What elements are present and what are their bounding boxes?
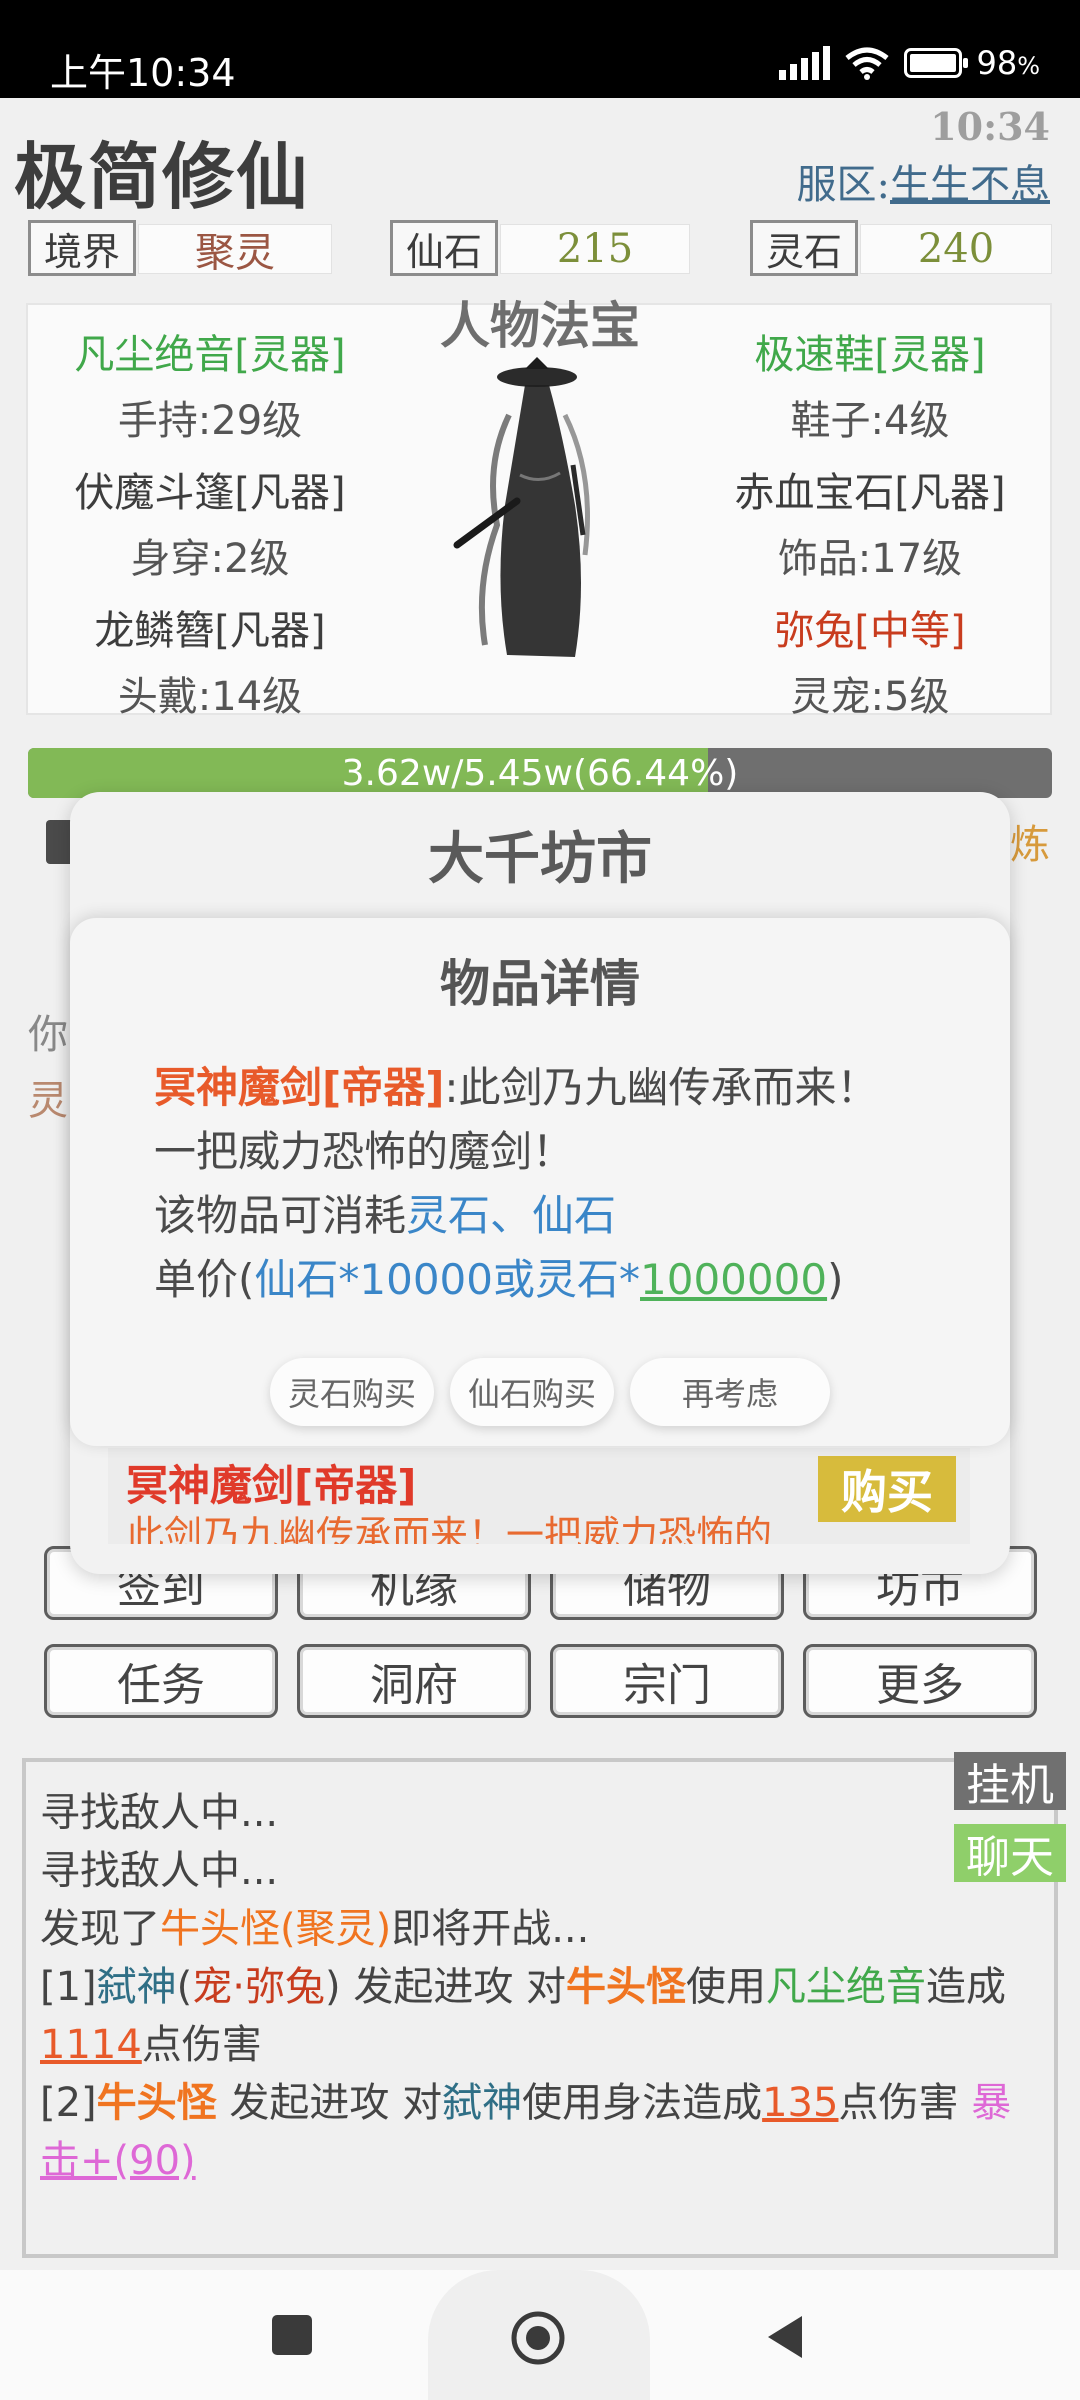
xianshi-value: 215 xyxy=(500,224,690,274)
equip-name: 弥兔[中等] xyxy=(774,608,966,654)
item-detail-body: 冥神魔剑[帝器]:此剑乃九幽传承而来！ 一把威力恐怖的魔剑！ 该物品可消耗灵石、… xyxy=(154,1056,974,1312)
equip-slot-accessory[interactable]: 赤血宝石[凡器] 饰品:17级 xyxy=(690,460,1050,584)
server-label: 服区: xyxy=(796,162,890,208)
log-line: [1]弑神(宠·弥兔) 发起进攻 对牛头怪使用凡尘绝音造成 xyxy=(40,1964,1007,2010)
more-button[interactable]: 更多 xyxy=(803,1644,1037,1718)
back-icon[interactable] xyxy=(762,2312,806,2362)
chat-tag[interactable]: 聊天 xyxy=(954,1824,1066,1883)
equip-slot-weapon[interactable]: 凡尘绝音[灵器] 手持:29级 xyxy=(30,322,390,446)
buy-with-lingshi-button[interactable]: 灵石购买 xyxy=(270,1358,434,1426)
item-name: 冥神魔剑[帝器] xyxy=(154,1063,445,1112)
item-detail-dialog: 物品详情 冥神魔剑[帝器]:此剑乃九幽传承而来！ 一把威力恐怖的魔剑！ 该物品可… xyxy=(70,918,1010,1446)
obscured-text: 灵 xyxy=(28,1078,68,1124)
item-desc-line1: 冥神魔剑[帝器]:此剑乃九幽传承而来！ xyxy=(154,1056,974,1120)
server-name-link[interactable]: 生生不息 xyxy=(890,162,1050,208)
equip-slot-level: 头戴:14级 xyxy=(117,674,303,720)
equip-slot-level: 饰品:17级 xyxy=(777,536,963,582)
log-line: [2]牛头怪 发起进攻 对弑神使用身法造成135点伤害 暴 xyxy=(40,2080,1012,2126)
xianshi-label: 仙石 xyxy=(390,220,498,276)
equip-slot-pet[interactable]: 弥兔[中等] 灵宠:5级 xyxy=(690,598,1050,722)
cultivation-progress-bar: 3.62w/5.45w(66.44%) xyxy=(28,748,1052,798)
wifi-icon xyxy=(845,47,890,80)
equip-slot-level: 手持:29级 xyxy=(117,398,303,444)
signal-icon xyxy=(779,46,831,80)
log-line: 发现了牛头怪(聚灵)即将开战... xyxy=(40,1906,590,1952)
consume-prefix: 该物品可消耗 xyxy=(154,1191,407,1240)
obscured-text: 你 xyxy=(28,1012,68,1058)
equip-slot-level: 灵宠:5级 xyxy=(790,674,950,720)
item-desc-line2: 一把威力恐怖的魔剑！ xyxy=(154,1127,575,1176)
lingshi-label: 灵石 xyxy=(750,220,858,276)
tasks-button[interactable]: 任务 xyxy=(44,1644,278,1718)
log-line: 击+(90) xyxy=(40,2138,196,2184)
price-lingshi-amount: 1000000 xyxy=(640,1255,828,1304)
market-listing-row[interactable]: 冥神魔剑[帝器] 此剑乃九幽传承而来！一把威力恐怖的 购买 xyxy=(108,1448,970,1544)
buy-button[interactable]: 购买 xyxy=(818,1456,956,1522)
price-suffix: ) xyxy=(827,1255,844,1304)
reconsider-button[interactable]: 再考虑 xyxy=(630,1358,830,1426)
auto-battle-tag[interactable]: 挂机 xyxy=(954,1752,1066,1811)
realm-label: 境界 xyxy=(28,220,136,276)
equip-slot-head[interactable]: 龙鳞簪[凡器] 头戴:14级 xyxy=(30,598,390,722)
recent-apps-icon[interactable] xyxy=(272,2315,312,2355)
item-desc-text: :此剑乃九幽传承而来！ xyxy=(444,1063,879,1112)
home-icon[interactable] xyxy=(510,2310,566,2366)
log-line: 寻找敌人中... xyxy=(40,1790,279,1836)
game-clock: 10:34 xyxy=(930,104,1050,149)
log-line: 1114点伤害 xyxy=(40,2022,262,2068)
equip-name: 赤血宝石[凡器] xyxy=(734,470,1006,516)
item-detail-title: 物品详情 xyxy=(440,955,640,1013)
buy-with-xianshi-button[interactable]: 仙石购买 xyxy=(450,1358,614,1426)
price-xianshi: 仙石*10000或灵石* xyxy=(254,1255,640,1304)
status-time: 上午10:34 xyxy=(50,51,236,95)
equip-slot-level: 身穿:2级 xyxy=(130,536,290,582)
equip-slot-armor[interactable]: 伏魔斗篷[凡器] 身穿:2级 xyxy=(30,460,390,584)
battery-level: 98% xyxy=(976,44,1040,82)
equip-name: 凡尘绝音[灵器] xyxy=(74,332,346,378)
game-title: 极简修仙 xyxy=(14,134,311,219)
listing-item-desc: 此剑乃九幽传承而来！一把威力恐怖的 xyxy=(126,1513,773,1544)
realm-value: 聚灵 xyxy=(138,224,332,276)
log-line: 寻找敌人中... xyxy=(40,1848,279,1894)
lingshi-value: 240 xyxy=(860,224,1052,274)
item-price-line: 单价(仙石*10000或灵石*1000000) xyxy=(154,1248,974,1312)
status-bar: 上午10:34 98% xyxy=(0,0,1080,98)
consume-currencies: 灵石、仙石 xyxy=(406,1191,617,1240)
swordsman-figure xyxy=(453,357,590,657)
sect-button[interactable]: 宗门 xyxy=(550,1644,784,1718)
equip-name: 极速鞋[灵器] xyxy=(754,332,986,378)
market-title: 大千坊市 xyxy=(428,827,652,892)
item-consume-line: 该物品可消耗灵石、仙石 xyxy=(154,1184,974,1248)
equip-name: 龙鳞簪[凡器] xyxy=(94,608,326,654)
progress-text: 3.62w/5.45w(66.44%) xyxy=(341,753,739,794)
obscured-text: 炼 xyxy=(1010,822,1050,868)
status-icons: 98% xyxy=(779,44,1040,82)
battery-icon xyxy=(904,48,969,78)
price-prefix: 单价( xyxy=(154,1255,255,1304)
equip-name: 伏魔斗篷[凡器] xyxy=(74,470,346,516)
server-info: 服区:生生不息 xyxy=(797,152,1050,210)
cave-button[interactable]: 洞府 xyxy=(297,1644,531,1718)
equip-slot-level: 鞋子:4级 xyxy=(790,398,950,444)
equip-slot-shoes[interactable]: 极速鞋[灵器] 鞋子:4级 xyxy=(690,322,1050,446)
